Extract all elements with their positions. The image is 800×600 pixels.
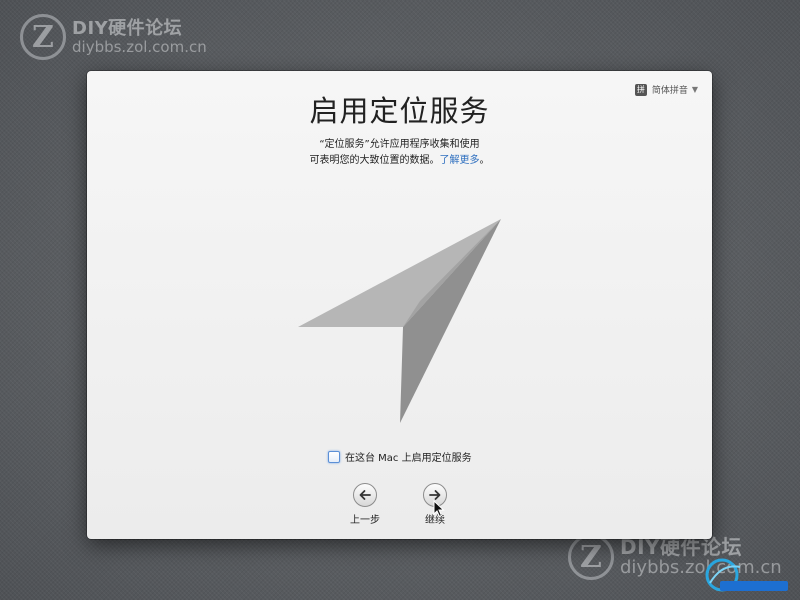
watermark-text: DIY硬件论坛 diybbs.zol.com.cn	[72, 19, 207, 55]
page-description: “定位服务”允许应用程序收集和使用 可表明您的大致位置的数据。了解更多。	[87, 137, 712, 169]
watermark-top: Z DIY硬件论坛 diybbs.zol.com.cn	[20, 14, 207, 60]
location-arrow-icon	[298, 219, 501, 423]
page-title: 启用定位服务	[309, 94, 490, 128]
watermark-url: diybbs.zol.com.cn	[72, 37, 207, 56]
description-text: 可表明您的大致位置的数据。	[309, 155, 440, 166]
setup-window: 拼 简体拼音 ▼ 启用定位服务 “定位服务”允许应用程序收集和使用 可表明您的大…	[87, 71, 712, 539]
back-button[interactable]: 上一步	[335, 483, 395, 526]
zol-logo-icon: Z	[20, 14, 66, 60]
description-line-1: “定位服务”允许应用程序收集和使用	[319, 139, 480, 150]
site-badge-icon	[705, 558, 788, 592]
mouse-pointer-icon	[433, 500, 445, 518]
watermark-title: DIY硬件论坛	[72, 17, 183, 39]
enable-location-option[interactable]: 在这台 Mac 上启用定位服务	[328, 449, 472, 464]
learn-more-link[interactable]: 了解更多	[440, 155, 480, 166]
enable-location-label: 在这台 Mac 上启用定位服务	[345, 453, 472, 464]
back-button-label: 上一步	[350, 515, 380, 526]
description-line-2: 可表明您的大致位置的数据。了解更多。	[87, 153, 712, 169]
period-text: 。	[479, 155, 490, 166]
back-arrow-icon[interactable]	[353, 483, 377, 507]
zol-logo-icon: Z	[568, 534, 614, 580]
enable-location-checkbox[interactable]	[328, 450, 340, 463]
